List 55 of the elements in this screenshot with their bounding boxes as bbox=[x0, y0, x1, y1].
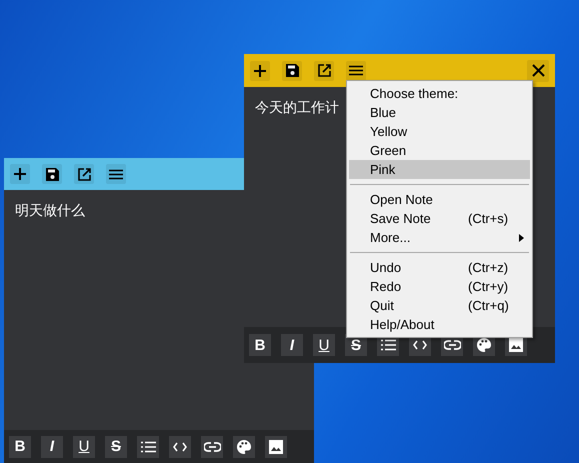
bold-button[interactable]: B bbox=[9, 436, 31, 458]
menu-item[interactable]: Green bbox=[349, 141, 530, 160]
italic-button[interactable]: I bbox=[281, 334, 303, 356]
image-icon bbox=[509, 338, 523, 352]
external-link-icon bbox=[318, 64, 330, 77]
note-text[interactable]: 明天做什么 bbox=[15, 202, 85, 220]
link-icon bbox=[444, 340, 460, 350]
open-button[interactable] bbox=[314, 60, 334, 80]
save-icon bbox=[286, 64, 298, 77]
menu-item[interactable]: Blue bbox=[349, 103, 530, 122]
image-icon bbox=[269, 440, 283, 454]
save-button[interactable] bbox=[42, 164, 62, 184]
plus-icon bbox=[253, 64, 267, 78]
link-icon bbox=[204, 442, 220, 452]
code-button[interactable] bbox=[169, 436, 191, 458]
menu-item[interactable]: Pink bbox=[349, 160, 530, 179]
image-button[interactable] bbox=[265, 436, 287, 458]
note-text[interactable]: 今天的工作计 bbox=[255, 99, 339, 117]
menu-item[interactable]: Yellow bbox=[349, 122, 530, 141]
strike-button[interactable]: S bbox=[105, 436, 127, 458]
add-button[interactable] bbox=[10, 164, 30, 184]
menu-item[interactable]: More... bbox=[349, 228, 530, 247]
menu-item[interactable]: Quit (Ctr+q) bbox=[349, 296, 530, 315]
submenu-arrow-icon bbox=[519, 234, 524, 242]
close-button[interactable] bbox=[527, 60, 549, 82]
list-icon bbox=[380, 339, 396, 351]
save-icon bbox=[46, 168, 58, 180]
underline-button[interactable]: U bbox=[313, 334, 335, 356]
palette-button[interactable] bbox=[233, 436, 255, 458]
add-button[interactable] bbox=[250, 60, 270, 80]
palette-icon bbox=[477, 338, 491, 352]
save-button[interactable] bbox=[282, 60, 302, 80]
underline-button[interactable]: U bbox=[73, 436, 95, 458]
plus-icon bbox=[13, 167, 27, 181]
menu-item[interactable]: Save Note (Ctr+s) bbox=[349, 209, 530, 228]
list-icon bbox=[140, 440, 156, 452]
bold-button[interactable]: B bbox=[249, 334, 271, 356]
code-icon bbox=[173, 442, 187, 452]
palette-icon bbox=[237, 440, 251, 454]
link-button[interactable] bbox=[201, 436, 223, 458]
menu-button[interactable] bbox=[106, 164, 126, 184]
menu-heading: Choose theme: bbox=[369, 85, 460, 103]
list-button[interactable] bbox=[137, 436, 159, 458]
external-link-icon bbox=[78, 168, 90, 180]
menu-button[interactable] bbox=[346, 60, 366, 80]
menu-item[interactable]: Redo (Ctr+y) bbox=[349, 277, 530, 296]
menu-item[interactable]: Undo (Ctr+z) bbox=[349, 258, 530, 277]
menu-icon bbox=[349, 65, 363, 76]
menu-item[interactable]: Help/About bbox=[349, 315, 530, 334]
italic-button[interactable]: I bbox=[41, 436, 63, 458]
menu-icon bbox=[109, 168, 123, 180]
open-button[interactable] bbox=[74, 164, 94, 184]
menu-item[interactable]: Open Note bbox=[349, 190, 530, 209]
code-icon bbox=[413, 340, 427, 350]
close-icon bbox=[532, 64, 544, 77]
